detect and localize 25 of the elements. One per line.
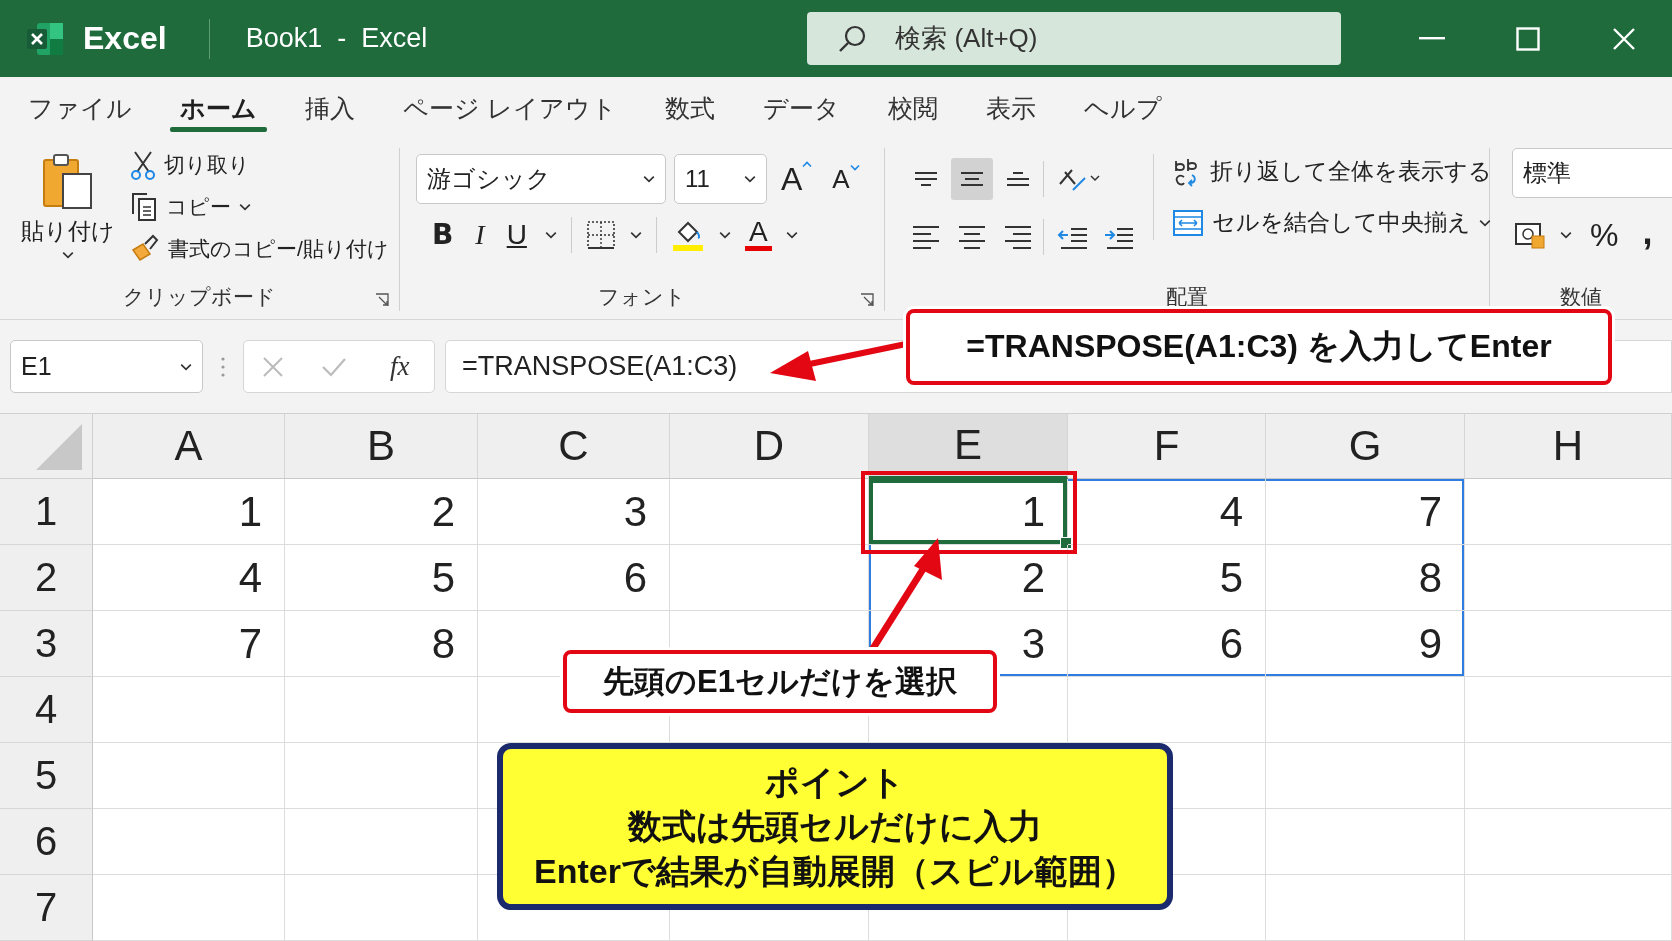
group-label: フォント	[598, 284, 686, 310]
table-cell: 5	[1068, 545, 1266, 611]
note-text: 数式は先頭セルだけに入力	[628, 806, 1042, 848]
group-label: 数値	[1560, 284, 1602, 310]
table-cell: 1	[869, 479, 1068, 545]
table-cell: 6	[1068, 611, 1266, 677]
app-name: Excel	[83, 20, 167, 57]
table-cell: 4	[93, 545, 285, 611]
table-cell: 8	[285, 611, 478, 677]
group-label: 配置	[1166, 284, 1208, 310]
table-cell: 2	[285, 479, 478, 545]
table-cell: 8	[1266, 545, 1465, 611]
group-label: クリップボード	[123, 284, 276, 310]
callout-text: =TRANSPOSE(A1:C3) を入力してEnter	[966, 327, 1552, 366]
table-cell: 7	[1266, 479, 1465, 545]
table-cell: 3	[478, 479, 670, 545]
document-title: Book1 - Excel	[245, 23, 428, 54]
table-cell: 9	[1266, 611, 1465, 677]
table-cell: 1	[93, 479, 285, 545]
table-cell: 5	[285, 545, 478, 611]
table-cell: 4	[1068, 479, 1266, 545]
table-cell: 7	[93, 611, 285, 677]
table-cell: 6	[478, 545, 670, 611]
note-text: Enterで結果が自動展開（スピル範囲）	[534, 850, 1136, 892]
note-text: ポイント	[765, 761, 905, 803]
